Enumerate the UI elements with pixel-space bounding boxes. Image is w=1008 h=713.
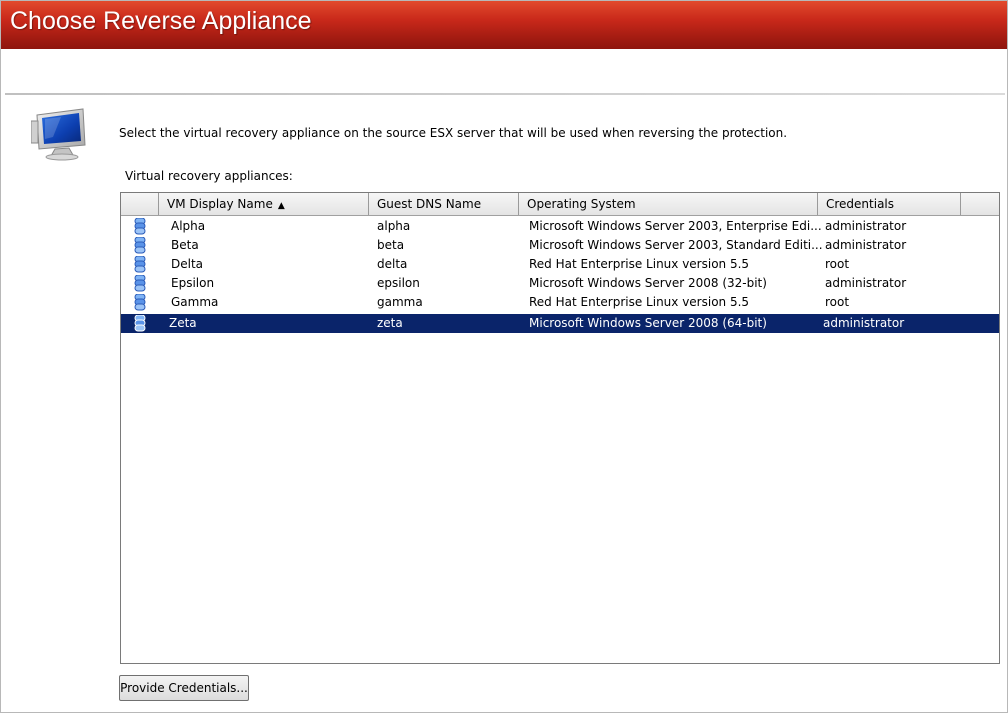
vm-appliance-icon (134, 237, 146, 254)
icon-column-header[interactable] (121, 193, 159, 215)
credentials: administrator (825, 276, 907, 290)
guest-dns-name: epsilon (377, 276, 420, 290)
operating-system: Microsoft Windows Server 2008 (64-bit) (529, 316, 767, 330)
table-row[interactable]: Epsilon epsilon Microsoft Windows Server… (121, 274, 999, 293)
page-title: Choose Reverse Appliance (10, 7, 312, 35)
appliance-table[interactable]: VM Display Name ▲ Guest DNS Name Operatin… (120, 192, 1000, 664)
sort-ascending-icon: ▲ (277, 201, 285, 211)
column-header-operating-system[interactable]: Operating System (519, 193, 818, 215)
vm-appliance-icon (134, 218, 146, 235)
table-row[interactable]: Delta delta Red Hat Enterprise Linux ver… (121, 255, 999, 274)
credentials: administrator (825, 219, 907, 233)
guest-dns-name: zeta (377, 316, 403, 330)
table-row[interactable]: Alpha alpha Microsoft Windows Server 200… (121, 217, 999, 236)
provide-credentials-button[interactable]: Provide Credentials... (119, 675, 249, 701)
table-row-selected[interactable]: Zeta zeta Microsoft Windows Server 2008 … (121, 314, 999, 333)
filler-column-header (961, 193, 999, 215)
column-header-label: Operating System (527, 197, 636, 211)
guest-dns-name: delta (377, 257, 408, 271)
header-separator (5, 93, 1005, 95)
guest-dns-name: gamma (377, 295, 423, 309)
credentials: root (825, 257, 850, 271)
table-header: VM Display Name ▲ Guest DNS Name Operatin… (121, 193, 999, 216)
guest-dns-name: beta (377, 238, 405, 252)
credentials: root (825, 295, 850, 309)
instructions-text: Select the virtual recovery appliance on… (119, 126, 788, 140)
vm-appliance-icon (134, 256, 146, 273)
vm-display-name: Epsilon (171, 276, 215, 290)
column-header-label: Guest DNS Name (377, 197, 482, 211)
vm-display-name: Gamma (171, 295, 219, 309)
computer-monitor-icon (31, 108, 86, 161)
column-header-vm-display-name[interactable]: VM Display Name ▲ (159, 193, 369, 215)
vm-appliance-icon (134, 294, 146, 311)
operating-system: Microsoft Windows Server 2003, Standard … (529, 238, 823, 252)
operating-system: Microsoft Windows Server 2003, Enterpris… (529, 219, 822, 233)
credentials: administrator (823, 316, 905, 330)
vm-appliance-icon (134, 315, 146, 332)
column-header-guest-dns-name[interactable]: Guest DNS Name (369, 193, 519, 215)
title-bar: Choose Reverse Appliance (1, 1, 1007, 49)
vm-display-name: Alpha (171, 219, 206, 233)
credentials: administrator (825, 238, 907, 252)
vm-display-name: Beta (171, 238, 199, 252)
column-header-label: VM Display Name (167, 197, 273, 211)
table-row[interactable]: Gamma gamma Red Hat Enterprise Linux ver… (121, 293, 999, 312)
column-header-credentials[interactable]: Credentials (818, 193, 961, 215)
vm-appliance-icon (134, 275, 146, 292)
operating-system: Microsoft Windows Server 2008 (32-bit) (529, 276, 767, 290)
operating-system: Red Hat Enterprise Linux version 5.5 (529, 257, 750, 271)
dialog-window: Choose Reverse Appliance Select the virt… (0, 0, 1008, 713)
guest-dns-name: alpha (377, 219, 411, 233)
column-header-label: Credentials (826, 197, 895, 211)
appliance-list-label: Virtual recovery appliances: (125, 169, 293, 183)
operating-system: Red Hat Enterprise Linux version 5.5 (529, 295, 750, 309)
vm-display-name: Zeta (169, 316, 197, 330)
vm-display-name: Delta (171, 257, 204, 271)
table-row[interactable]: Beta beta Microsoft Windows Server 2003,… (121, 236, 999, 255)
